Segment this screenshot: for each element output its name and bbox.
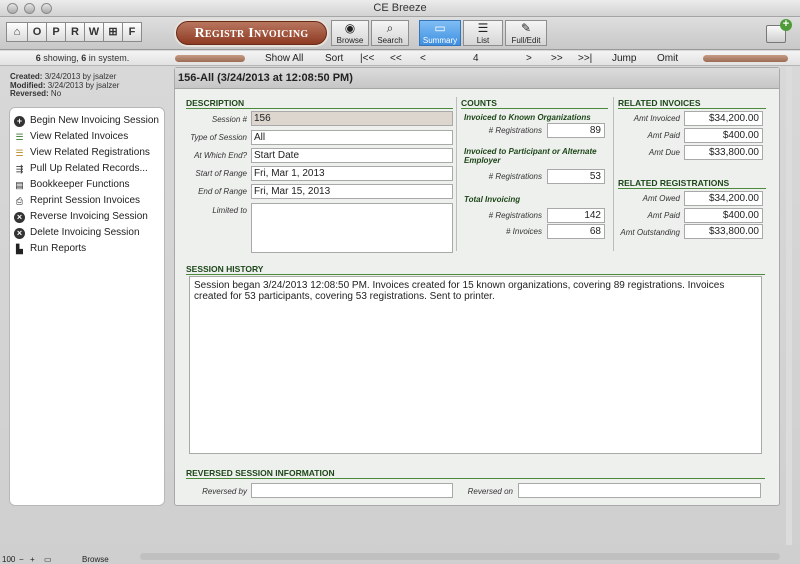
bookkeeper-action[interactable]: ▤ Bookkeeper Functions <box>10 177 164 193</box>
counts-heading: COUNTS <box>461 98 608 109</box>
reverse-session-action[interactable]: × Reverse Invoicing Session <box>10 209 164 225</box>
related-registrations-heading: RELATED REGISTRATIONS <box>618 178 766 189</box>
pull-related-action[interactable]: ⇶ Pull Up Related Records... <box>10 161 164 177</box>
view-invoices-action[interactable]: ☰ View Related Invoices <box>10 129 164 145</box>
run-reports-action[interactable]: ▙ Run Reports <box>10 241 164 257</box>
record-number[interactable]: 4 <box>473 51 479 66</box>
link-icon: ⇶ <box>15 163 24 174</box>
begin-session-action[interactable]: + Begin New Invoicing Session <box>10 113 164 129</box>
nav-button-p[interactable]: P <box>46 22 66 42</box>
total-invoices-field[interactable]: 68 <box>547 224 605 239</box>
home-icon: ⌂ <box>13 26 21 38</box>
zoom-level[interactable]: 100 <box>2 555 15 564</box>
jump-button[interactable]: Jump <box>612 51 636 66</box>
ledger-icon: ▤ <box>15 179 24 190</box>
zoom-window-button[interactable] <box>41 3 52 14</box>
search-button[interactable]: ⌕ Search <box>371 20 409 46</box>
minimize-window-button[interactable] <box>24 3 35 14</box>
window-controls <box>7 3 52 14</box>
view-registrations-action[interactable]: ☰ View Related Registrations <box>10 145 164 161</box>
divider <box>456 97 457 251</box>
actions-panel: + Begin New Invoicing Session ☰ View Relat… <box>9 107 165 506</box>
home-button[interactable]: ⌂ <box>6 22 28 42</box>
layout-button[interactable]: Registr Invoicing <box>176 21 327 45</box>
zoom-in-icon[interactable]: + <box>30 555 35 564</box>
horizontal-scrollbar[interactable] <box>140 553 780 560</box>
amt-due-field[interactable]: $33,800.00 <box>684 145 763 160</box>
summary-icon: ▭ <box>434 21 446 35</box>
close-circle-icon: × <box>14 227 25 239</box>
session-history-heading: SESSION HISTORY <box>186 264 765 275</box>
title-bar: CE Breeze <box>0 0 800 17</box>
nav-button-f[interactable]: F <box>122 22 142 42</box>
reversed-info-heading: REVERSED SESSION INFORMATION <box>186 468 765 479</box>
session-type-field[interactable]: All <box>251 130 453 145</box>
summary-button[interactable]: ▭ Summary <box>419 20 461 46</box>
edit-icon: ✎ <box>520 21 532 35</box>
toolbar: ⌂ O P R W ⊞ F Registr Invoicing ◉ Browse… <box>0 17 800 50</box>
nav-button-w[interactable]: W <box>84 22 104 42</box>
show-all-button[interactable]: Show All <box>265 51 303 66</box>
browse-button[interactable]: ◉ Browse <box>331 20 369 46</box>
bar-chart-icon: ▙ <box>16 243 23 254</box>
close-circle-icon: × <box>14 211 25 223</box>
record-header: 156-All (3/24/2013 at 12:08:50 PM) <box>175 68 779 89</box>
first-record-button[interactable]: |<< <box>360 51 374 66</box>
registrations-amt-paid-field[interactable]: $400.00 <box>684 208 763 223</box>
window-title: CE Breeze <box>373 2 427 14</box>
close-window-button[interactable] <box>7 3 18 14</box>
end-range-field[interactable]: Fri, Mar 15, 2013 <box>251 184 453 199</box>
nav-button-calculator[interactable]: ⊞ <box>103 22 123 42</box>
amt-invoiced-field[interactable]: $34,200.00 <box>684 111 763 126</box>
at-which-end-field[interactable]: Start Date <box>251 148 453 163</box>
printer-icon: ⎙ <box>15 195 24 206</box>
record-nav-bar: 6 showing, 6 in system. Show All Sort |<… <box>0 51 800 66</box>
reversed-by-field[interactable] <box>251 483 453 498</box>
eye-icon: ◉ <box>344 21 356 35</box>
reversed-on-field[interactable] <box>518 483 761 498</box>
session-number-field[interactable]: 156 <box>251 111 453 126</box>
nav-button-o[interactable]: O <box>27 22 47 42</box>
participant-registrations-field[interactable]: 53 <box>547 169 605 184</box>
session-history-field[interactable]: Session began 3/24/2013 12:08:50 PM. Inv… <box>189 276 762 454</box>
list-green-icon: ☰ <box>15 131 24 142</box>
amt-owed-field[interactable]: $34,200.00 <box>684 191 763 206</box>
prev-page-button[interactable]: << <box>390 51 402 66</box>
limited-to-field[interactable] <box>251 203 453 253</box>
list-orange-icon: ☰ <box>15 147 24 158</box>
bottom-status-bar: 100 − + ▭ Browse <box>0 555 140 564</box>
record-meta: Created: 3/24/2013 by jsalzer Modified: … <box>10 72 120 98</box>
new-window-icon[interactable] <box>766 19 792 43</box>
related-invoices-heading: RELATED INVOICES <box>618 98 766 109</box>
full-edit-button[interactable]: ✎ Full/Edit <box>505 20 547 46</box>
description-heading: DESCRIPTION <box>186 98 453 109</box>
last-record-button[interactable]: >>| <box>578 51 592 66</box>
list-button[interactable]: ☰ List <box>463 20 503 46</box>
next-page-button[interactable]: >> <box>551 51 563 66</box>
list-icon: ☰ <box>477 21 489 35</box>
zoom-out-icon[interactable]: − <box>19 555 24 564</box>
invoices-amt-paid-field[interactable]: $400.00 <box>684 128 763 143</box>
found-count: 6 showing, 6 in system. <box>35 53 130 63</box>
total-registrations-field[interactable]: 142 <box>547 208 605 223</box>
omit-button[interactable]: Omit <box>657 51 678 66</box>
plus-circle-icon: + <box>14 115 25 127</box>
nav-button-group: ⌂ O P R W ⊞ F <box>6 22 142 42</box>
status-toggle-icon[interactable]: ▭ <box>44 555 52 564</box>
nav-button-r[interactable]: R <box>65 22 85 42</box>
vertical-scrollbar[interactable] <box>786 67 792 545</box>
reversed-value: No <box>50 89 62 98</box>
delete-session-action[interactable]: × Delete Invoicing Session <box>10 225 164 241</box>
decorative-bar-right <box>703 55 788 62</box>
prev-record-button[interactable]: < <box>420 51 426 66</box>
known-registrations-field[interactable]: 89 <box>547 123 605 138</box>
sort-button[interactable]: Sort <box>325 51 343 66</box>
next-record-button[interactable]: > <box>526 51 532 66</box>
reprint-action[interactable]: ⎙ Reprint Session Invoices <box>10 193 164 209</box>
mode-indicator: Browse <box>82 555 109 564</box>
magnifier-icon: ⌕ <box>386 21 394 35</box>
start-range-field[interactable]: Fri, Mar 1, 2013 <box>251 166 453 181</box>
amt-outstanding-field[interactable]: $33,800.00 <box>684 224 763 239</box>
decorative-bar-left <box>175 55 245 62</box>
